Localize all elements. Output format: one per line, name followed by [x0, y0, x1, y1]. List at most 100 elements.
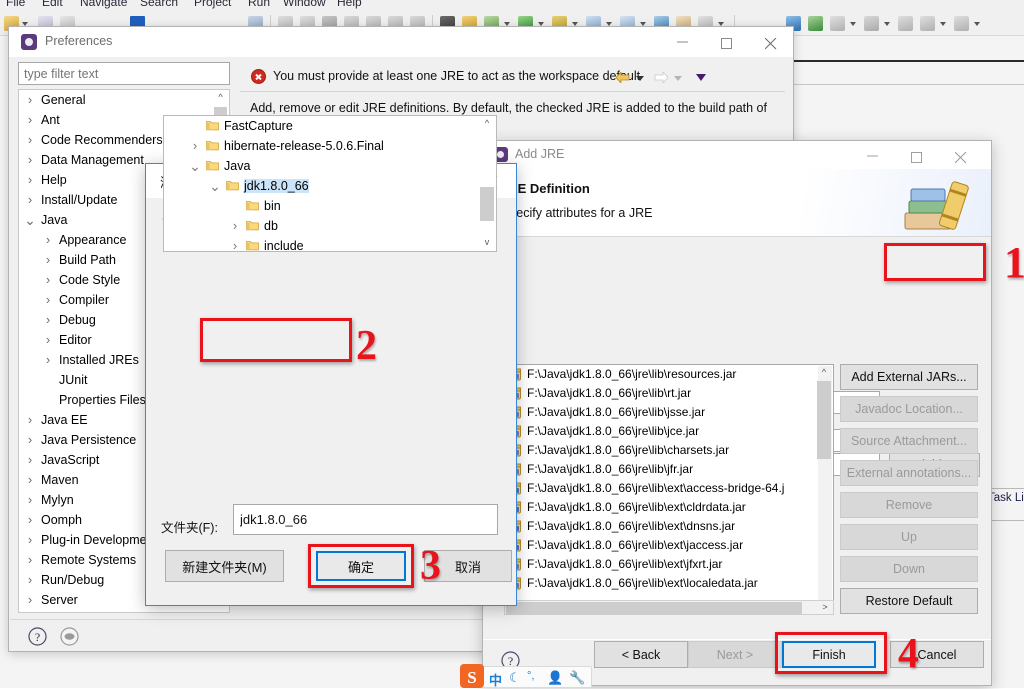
- chevron-right-icon[interactable]: ›: [41, 250, 55, 270]
- chevron-down-icon[interactable]: ⌄: [23, 210, 37, 230]
- cancel-button-browse[interactable]: 取消: [424, 550, 512, 582]
- chevron-right-icon[interactable]: ›: [23, 110, 37, 130]
- library-list-item[interactable]: F:\Java\jdk1.8.0_66\jre\lib\jsse.jar: [505, 403, 833, 422]
- open-document-dropdown-icon[interactable]: [884, 22, 890, 26]
- chevron-right-icon[interactable]: ›: [23, 570, 37, 590]
- punctuation-icon[interactable]: °,: [527, 670, 534, 682]
- chevron-down-icon[interactable]: ⌄: [208, 176, 222, 196]
- close-button[interactable]: [749, 27, 793, 57]
- scrollbar-thumb[interactable]: [817, 381, 831, 459]
- user-icon[interactable]: 👤: [547, 670, 563, 686]
- folder-tree-item[interactable]: › hibernate-release-5.0.6.Final: [164, 136, 496, 156]
- scroll-up-icon[interactable]: ^: [480, 118, 494, 132]
- folder-tree-scrollbar[interactable]: ^ v: [480, 117, 495, 251]
- back-dropdown-icon[interactable]: [636, 76, 644, 81]
- wrench-icon[interactable]: 🔧: [569, 670, 585, 686]
- chevron-right-icon[interactable]: ›: [228, 216, 242, 236]
- library-list-item[interactable]: F:\Java\jdk1.8.0_66\jre\lib\charsets.jar: [505, 441, 833, 460]
- folder-tree-item[interactable]: ⌄ jdk1.8.0_66: [164, 176, 496, 196]
- help-icon[interactable]: ?: [28, 627, 47, 646]
- menu-item-run[interactable]: Run: [248, 0, 270, 9]
- sidebar-item-general[interactable]: › General: [19, 90, 229, 110]
- scrollbar-thumb[interactable]: [480, 187, 494, 221]
- chevron-right-icon[interactable]: ›: [41, 230, 55, 250]
- library-list-item[interactable]: F:\Java\jdk1.8.0_66\jre\lib\ext\cldrdata…: [505, 498, 833, 517]
- run-server-icon[interactable]: [808, 16, 823, 31]
- chevron-right-icon[interactable]: ›: [23, 150, 37, 170]
- finish-button[interactable]: Finish: [782, 641, 876, 668]
- forward-dropdown-icon[interactable]: [974, 22, 980, 26]
- chevron-right-icon[interactable]: ›: [41, 350, 55, 370]
- libraries-vertical-scrollbar[interactable]: ^ v: [817, 366, 832, 613]
- back-button[interactable]: < Back: [594, 641, 688, 668]
- restore-default-button[interactable]: Restore Default: [840, 588, 978, 614]
- chevron-right-icon[interactable]: ›: [23, 190, 37, 210]
- folder-tree-item[interactable]: › include: [164, 236, 496, 251]
- library-list-item[interactable]: F:\Java\jdk1.8.0_66\jre\lib\jfr.jar: [505, 460, 833, 479]
- library-list-item[interactable]: F:\Java\jdk1.8.0_66\jre\lib\ext\jfxrt.ja…: [505, 555, 833, 574]
- filter-input[interactable]: [18, 62, 230, 85]
- chevron-right-icon[interactable]: ›: [23, 90, 37, 110]
- restore-defaults-icon[interactable]: [60, 627, 79, 646]
- chevron-right-icon[interactable]: ›: [23, 530, 37, 550]
- history-dropdown-icon[interactable]: [696, 74, 706, 81]
- menu-item-help[interactable]: Help: [337, 0, 362, 9]
- forward-icon[interactable]: [954, 16, 969, 31]
- cancel-button[interactable]: Cancel: [890, 641, 984, 668]
- ime-mode-chinese[interactable]: 中: [489, 670, 502, 689]
- library-list-item[interactable]: F:\Java\jdk1.8.0_66\jre\lib\ext\access-b…: [505, 479, 833, 498]
- new-file-dropdown-icon[interactable]: [850, 22, 856, 26]
- folder-tree-item[interactable]: bin: [164, 196, 496, 216]
- open-document-icon[interactable]: [864, 16, 879, 31]
- chevron-right-icon[interactable]: ›: [23, 130, 37, 150]
- menu-item-window[interactable]: Window: [283, 0, 326, 9]
- menu-item-search[interactable]: Search: [140, 0, 178, 9]
- menu-item-edit[interactable]: Edit: [42, 0, 63, 9]
- sogou-logo-icon[interactable]: S: [459, 663, 485, 689]
- menu-item-project[interactable]: Project: [194, 0, 231, 9]
- back-history-icon[interactable]: [898, 16, 913, 31]
- chevron-right-icon[interactable]: ›: [23, 410, 37, 430]
- chevron-right-icon[interactable]: ›: [23, 470, 37, 490]
- chevron-right-icon[interactable]: ›: [41, 330, 55, 350]
- scroll-down-icon[interactable]: v: [480, 237, 494, 251]
- maximize-button[interactable]: [705, 27, 749, 57]
- library-list-item[interactable]: F:\Java\jdk1.8.0_66\jre\lib\jce.jar: [505, 422, 833, 441]
- forward-dropdown-icon[interactable]: [674, 76, 682, 81]
- add-jre-minimize-button[interactable]: [851, 141, 895, 171]
- menu-item-file[interactable]: File: [6, 0, 25, 9]
- chevron-right-icon[interactable]: ›: [41, 310, 55, 330]
- folder-tree-item[interactable]: FastCapture: [164, 116, 496, 136]
- ok-button[interactable]: 确定: [316, 551, 406, 581]
- library-list-item[interactable]: F:\Java\jdk1.8.0_66\jre\lib\resources.ja…: [505, 365, 833, 384]
- chevron-right-icon[interactable]: ›: [23, 490, 37, 510]
- chevron-right-icon[interactable]: ›: [23, 430, 37, 450]
- scroll-up-icon[interactable]: ^: [817, 367, 831, 381]
- back-icon[interactable]: [920, 16, 935, 31]
- chevron-down-icon[interactable]: ⌄: [188, 156, 202, 176]
- jre-system-libraries-list[interactable]: F:\Java\jdk1.8.0_66\jre\lib\resources.ja…: [504, 364, 834, 614]
- folder-tree[interactable]: FastCapture › hibernate-release-5.0.6.Fina…: [163, 115, 497, 252]
- back-arrow-icon[interactable]: [616, 72, 630, 83]
- library-list-item[interactable]: F:\Java\jdk1.8.0_66\jre\lib\ext\dnsns.ja…: [505, 517, 833, 536]
- chevron-right-icon[interactable]: ›: [188, 136, 202, 156]
- library-list-item[interactable]: F:\Java\jdk1.8.0_66\jre\lib\rt.jar: [505, 384, 833, 403]
- back-dropdown-icon[interactable]: [940, 22, 946, 26]
- library-list-item[interactable]: F:\Java\jdk1.8.0_66\jre\lib\ext\localeda…: [505, 574, 833, 593]
- add-external-jars-button[interactable]: Add External JARs...: [840, 364, 978, 390]
- forward-arrow-icon[interactable]: [654, 72, 668, 83]
- folder-tree-item[interactable]: › db: [164, 216, 496, 236]
- chevron-right-icon[interactable]: ›: [41, 290, 55, 310]
- chevron-right-icon[interactable]: ›: [23, 590, 37, 610]
- chevron-right-icon[interactable]: ›: [228, 236, 242, 251]
- h-scrollbar-thumb[interactable]: [506, 602, 802, 615]
- chevron-right-icon[interactable]: ›: [23, 510, 37, 530]
- library-list-item[interactable]: F:\Java\jdk1.8.0_66\jre\lib\ext\jaccess.…: [505, 536, 833, 555]
- scroll-right-icon[interactable]: >: [818, 602, 832, 615]
- add-jre-maximize-button[interactable]: [895, 141, 939, 171]
- chevron-right-icon[interactable]: ›: [41, 270, 55, 290]
- chevron-right-icon[interactable]: ›: [23, 450, 37, 470]
- minimize-button[interactable]: [661, 27, 705, 57]
- scroll-up-icon[interactable]: ^: [214, 92, 227, 106]
- libraries-horizontal-scrollbar[interactable]: >: [504, 600, 834, 615]
